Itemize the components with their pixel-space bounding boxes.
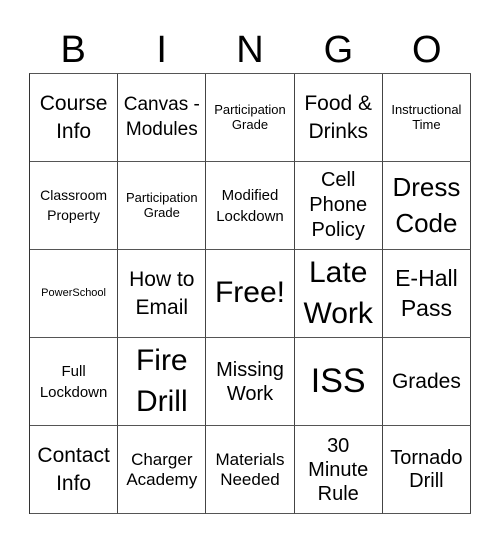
bingo-cell[interactable]: Cell Phone Policy <box>294 162 383 250</box>
bingo-cell[interactable]: Late Work <box>294 250 383 338</box>
bingo-cell[interactable]: Tornado Drill <box>382 426 471 514</box>
bingo-cell[interactable]: Instructional Time <box>382 74 471 162</box>
header-letter-i: I <box>156 29 167 71</box>
bingo-cell[interactable]: 30 Minute Rule <box>294 426 383 514</box>
bingo-cell[interactable]: PowerSchool <box>30 250 119 338</box>
bingo-cell[interactable]: Missing Work <box>206 338 295 426</box>
bingo-cell[interactable]: How to Email <box>118 250 207 338</box>
bingo-cell[interactable]: Materials Needed <box>206 426 295 514</box>
bingo-cell[interactable]: Charger Academy <box>118 426 207 514</box>
bingo-cell[interactable]: Contact Info <box>30 426 119 514</box>
bingo-cell[interactable]: Full Lockdown <box>30 338 119 426</box>
header-letter-o: O <box>412 29 442 71</box>
bingo-cell[interactable]: Participation Grade <box>206 74 295 162</box>
bingo-grid: Course Info Canvas - Modules Participati… <box>29 73 471 514</box>
bingo-cell[interactable]: Dress Code <box>382 162 471 250</box>
bingo-cell[interactable]: Participation Grade <box>118 162 207 250</box>
header-letter-g: G <box>323 29 354 71</box>
bingo-header: B I N G O <box>29 28 471 72</box>
bingo-cell[interactable]: Food & Drinks <box>294 74 383 162</box>
bingo-cell[interactable]: Canvas - Modules <box>118 74 207 162</box>
bingo-cell[interactable]: ISS <box>294 338 383 426</box>
header-letter-n: N <box>236 29 264 71</box>
bingo-cell[interactable]: Fire Drill <box>118 338 207 426</box>
bingo-cell free-space[interactable]: Free! <box>206 250 295 338</box>
bingo-cell[interactable]: Course Info <box>30 74 119 162</box>
bingo-cell[interactable]: E-Hall Pass <box>382 250 471 338</box>
bingo-cell[interactable]: Grades <box>382 338 471 426</box>
header-letter-b: B <box>60 29 86 71</box>
bingo-cell[interactable]: Classroom Property <box>30 162 119 250</box>
bingo-cell[interactable]: Modified Lockdown <box>206 162 295 250</box>
